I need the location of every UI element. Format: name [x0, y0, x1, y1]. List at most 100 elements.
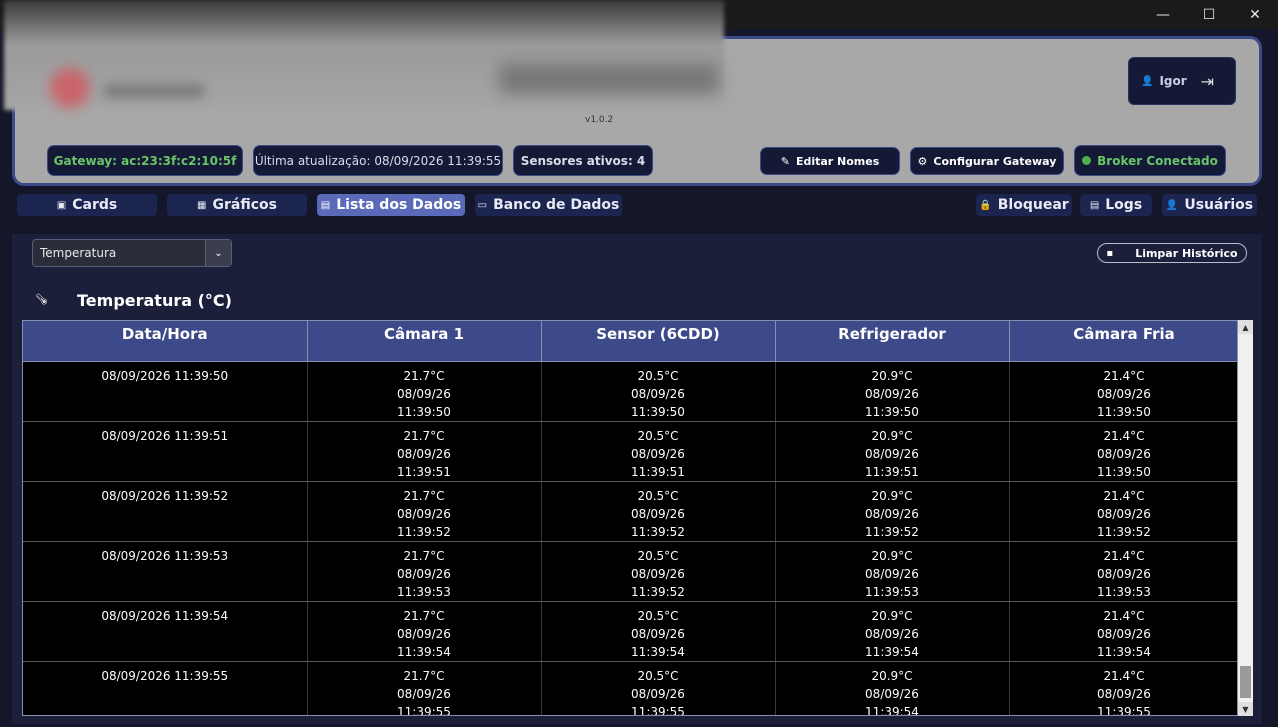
- cell-line: 11:39:50: [1097, 404, 1151, 419]
- cell-line: 20.5°C: [637, 368, 679, 383]
- cell-line: 08/09/26: [397, 566, 451, 581]
- cell-line: 11:39:52: [631, 584, 685, 599]
- scroll-thumb[interactable]: [1240, 666, 1251, 698]
- maximize-button[interactable]: ☐: [1186, 0, 1232, 29]
- table-row: 08/09/2026 11:39:53 21.7°C 08/09/26 11:39:5…: [23, 541, 1237, 602]
- card-icon: ▣: [56, 199, 67, 211]
- tab-graficos[interactable]: ▦ Gráficos: [167, 194, 307, 216]
- lock-icon: 🔒: [979, 199, 992, 211]
- tab-banco-label: Banco de Dados: [493, 197, 620, 213]
- cell-line: 08/09/26: [397, 506, 451, 521]
- users-button[interactable]: 👤 Usuários: [1162, 194, 1257, 216]
- header-datetime[interactable]: Data/Hora: [23, 321, 308, 362]
- cell-line: 11:39:55: [1097, 704, 1151, 716]
- cell-line: 20.5°C: [637, 428, 679, 443]
- lock-label: Bloquear: [997, 197, 1069, 213]
- cell-reading: 20.5°C 08/09/26 11:39:55: [541, 661, 776, 715]
- status-dot-icon: [1082, 156, 1092, 165]
- scroll-down-icon[interactable]: ▼: [1238, 702, 1253, 716]
- cell-line: 21.7°C: [403, 368, 445, 383]
- configure-gateway-button[interactable]: ⚙ Configurar Gateway: [910, 147, 1064, 175]
- cell-line: 11:39:50: [865, 404, 919, 419]
- clear-history-button[interactable]: ▪ Limpar Histórico: [1097, 243, 1247, 263]
- cell-line: 20.5°C: [637, 548, 679, 563]
- cell-reading: 20.9°C 08/09/26 11:39:52: [775, 481, 1010, 542]
- users-label: Usuários: [1184, 197, 1254, 213]
- table-scrollbar[interactable]: ▲ ▼: [1238, 320, 1253, 716]
- cell-line: 20.5°C: [637, 668, 679, 683]
- cell-line: 08/09/26: [631, 446, 685, 461]
- clear-history-label: Limpar Histórico: [1135, 246, 1238, 260]
- data-type-value: Temperatura: [40, 246, 117, 260]
- cell-line: 11:39:50: [631, 404, 685, 419]
- scroll-up-icon[interactable]: ▲: [1238, 320, 1253, 334]
- cell-line: 08/09/26: [865, 446, 919, 461]
- logs-button[interactable]: ▤ Logs: [1080, 194, 1152, 216]
- user-icon: 👤: [1141, 75, 1154, 87]
- cell-line: 08/09/26: [631, 686, 685, 701]
- cell-line: 11:39:53: [865, 584, 919, 599]
- chevron-down-icon[interactable]: ⌄: [205, 240, 231, 266]
- user-name: Igor: [1159, 74, 1187, 88]
- header-refrigerador[interactable]: Refrigerador: [775, 321, 1010, 362]
- cell-line: 08/09/26: [865, 386, 919, 401]
- user-menu[interactable]: 👤 Igor ⇥: [1128, 57, 1236, 105]
- cell-line: 08/09/26: [397, 626, 451, 641]
- trash-icon: ▪: [1106, 247, 1114, 259]
- logs-label: Logs: [1105, 197, 1143, 213]
- section-title: Temperatura (°C): [77, 291, 232, 310]
- data-table[interactable]: Data/Hora Câmara 1 Sensor (6CDD) Refrige…: [22, 320, 1238, 716]
- cell-reading: 20.5°C 08/09/26 11:39:50: [541, 361, 776, 422]
- close-button[interactable]: ✕: [1232, 0, 1278, 29]
- cell-line: 11:39:52: [865, 524, 919, 539]
- logout-icon[interactable]: ⇥: [1201, 72, 1214, 91]
- cell-line: 08/09/26: [631, 566, 685, 581]
- table-row: 08/09/2026 11:39:50 21.7°C 08/09/26 11:39:5…: [23, 361, 1237, 422]
- edit-names-label: Editar Nomes: [795, 154, 880, 168]
- cell-line: 08/09/26: [397, 686, 451, 701]
- cell-reading: 21.7°C 08/09/26 11:39:52: [307, 481, 542, 542]
- cell-line: 21.7°C: [403, 608, 445, 623]
- cell-reading: 20.5°C 08/09/26 11:39:51: [541, 421, 776, 482]
- cell-line: 08/09/26: [1097, 626, 1151, 641]
- logo-icon: [50, 68, 90, 108]
- cell-line: 20.5°C: [637, 608, 679, 623]
- tab-lista-label: Lista dos Dados: [336, 197, 462, 213]
- cell-line: 21.4°C: [1103, 668, 1145, 683]
- cell-reading: 20.9°C 08/09/26 11:39:50: [775, 361, 1010, 422]
- last-update-badge: Última atualização: 08/09/2026 11:39:55: [253, 145, 503, 176]
- pencil-icon: ✎: [780, 154, 790, 168]
- minimize-button[interactable]: —: [1140, 0, 1186, 29]
- cell-reading: 21.4°C 08/09/26 11:39:53: [1009, 541, 1237, 602]
- data-type-select[interactable]: Temperatura ⌄: [32, 239, 232, 267]
- cell-line: 20.9°C: [871, 428, 913, 443]
- cell-line: 20.9°C: [871, 548, 913, 563]
- tab-lista-dados[interactable]: ▤ Lista dos Dados: [317, 194, 465, 216]
- cell-datetime: 08/09/2026 11:39:50: [23, 361, 308, 422]
- cell-line: 11:39:50: [397, 404, 451, 419]
- header-camara-fria[interactable]: Câmara Fria: [1009, 321, 1237, 362]
- cell-line: 11:39:54: [865, 704, 919, 716]
- cell-reading: 21.4°C 08/09/26 11:39:55: [1009, 661, 1237, 716]
- header-sensor-6cdd[interactable]: Sensor (6CDD): [541, 321, 776, 362]
- cell-line: 11:39:50: [1097, 464, 1151, 479]
- cell-reading: 21.4°C 08/09/26 11:39:52: [1009, 481, 1237, 542]
- cell-line: 11:39:54: [1097, 644, 1151, 659]
- cell-line: 21.4°C: [1103, 548, 1145, 563]
- gateway-badge: Gateway: ac:23:3f:c2:10:5f: [47, 145, 243, 176]
- cell-line: 08/09/26: [865, 506, 919, 521]
- header-camara-1[interactable]: Câmara 1: [307, 321, 542, 362]
- cell-reading: 20.5°C 08/09/26 11:39:52: [541, 541, 776, 602]
- cell-line: 21.4°C: [1103, 428, 1145, 443]
- cell-line: 21.7°C: [403, 668, 445, 683]
- tab-cards[interactable]: ▣ Cards: [17, 194, 157, 216]
- edit-names-button[interactable]: ✎ Editar Nomes: [760, 147, 900, 175]
- cell-line: 21.7°C: [403, 428, 445, 443]
- log-icon: ▤: [1089, 199, 1100, 211]
- tab-banco-dados[interactable]: ▭ Banco de Dados: [475, 194, 622, 216]
- cell-line: 20.9°C: [871, 368, 913, 383]
- table-row: 08/09/2026 11:39:51 21.7°C 08/09/26 11:39:5…: [23, 421, 1237, 482]
- cell-line: 21.4°C: [1103, 368, 1145, 383]
- broker-status-label: Broker Conectado: [1097, 153, 1218, 168]
- lock-button[interactable]: 🔒 Bloquear: [976, 194, 1072, 216]
